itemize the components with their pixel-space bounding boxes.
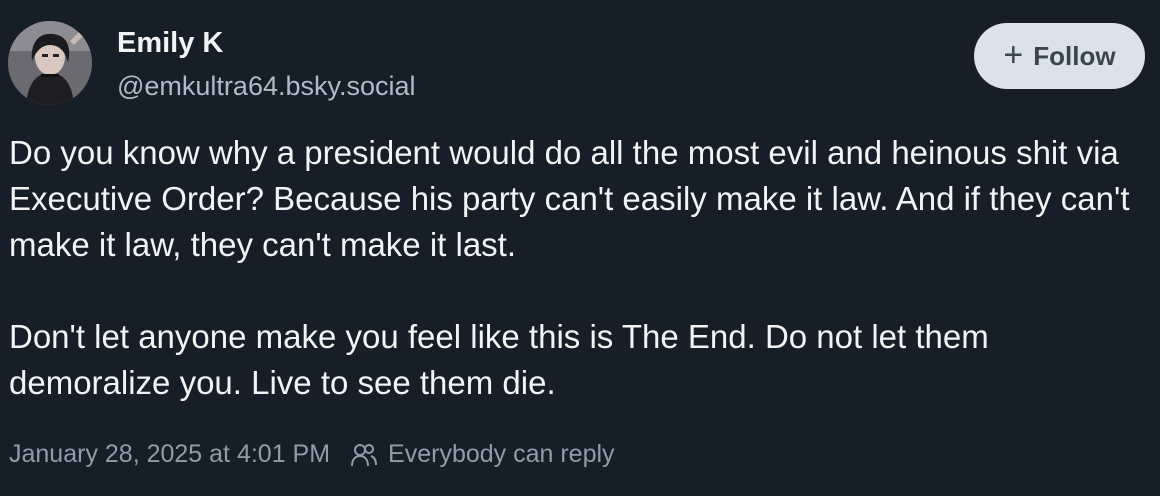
author-info: Emily K @emkultra64.bsky.social xyxy=(117,26,416,103)
people-icon xyxy=(350,442,378,468)
follow-button[interactable]: + Follow xyxy=(974,23,1145,89)
display-name[interactable]: Emily K xyxy=(117,26,416,60)
post-meta: January 28, 2025 at 4:01 PM Everybody ca… xyxy=(9,440,615,469)
post-timestamp[interactable]: January 28, 2025 at 4:01 PM xyxy=(9,440,330,469)
follow-label: Follow xyxy=(1033,40,1116,71)
user-handle[interactable]: @emkultra64.bsky.social xyxy=(117,69,416,103)
avatar[interactable] xyxy=(8,21,92,105)
reply-setting[interactable]: Everybody can reply xyxy=(350,440,615,469)
post-text: Do you know why a president would do all… xyxy=(9,130,1149,406)
post-paragraph: Don't let anyone make you feel like this… xyxy=(9,318,989,401)
profile-photo-icon xyxy=(8,21,92,105)
plus-icon: + xyxy=(1003,35,1024,74)
post-paragraph: Do you know why a president would do all… xyxy=(9,134,1130,263)
reply-setting-label: Everybody can reply xyxy=(388,440,615,468)
post-card: Emily K @emkultra64.bsky.social + Follow… xyxy=(0,0,1160,496)
